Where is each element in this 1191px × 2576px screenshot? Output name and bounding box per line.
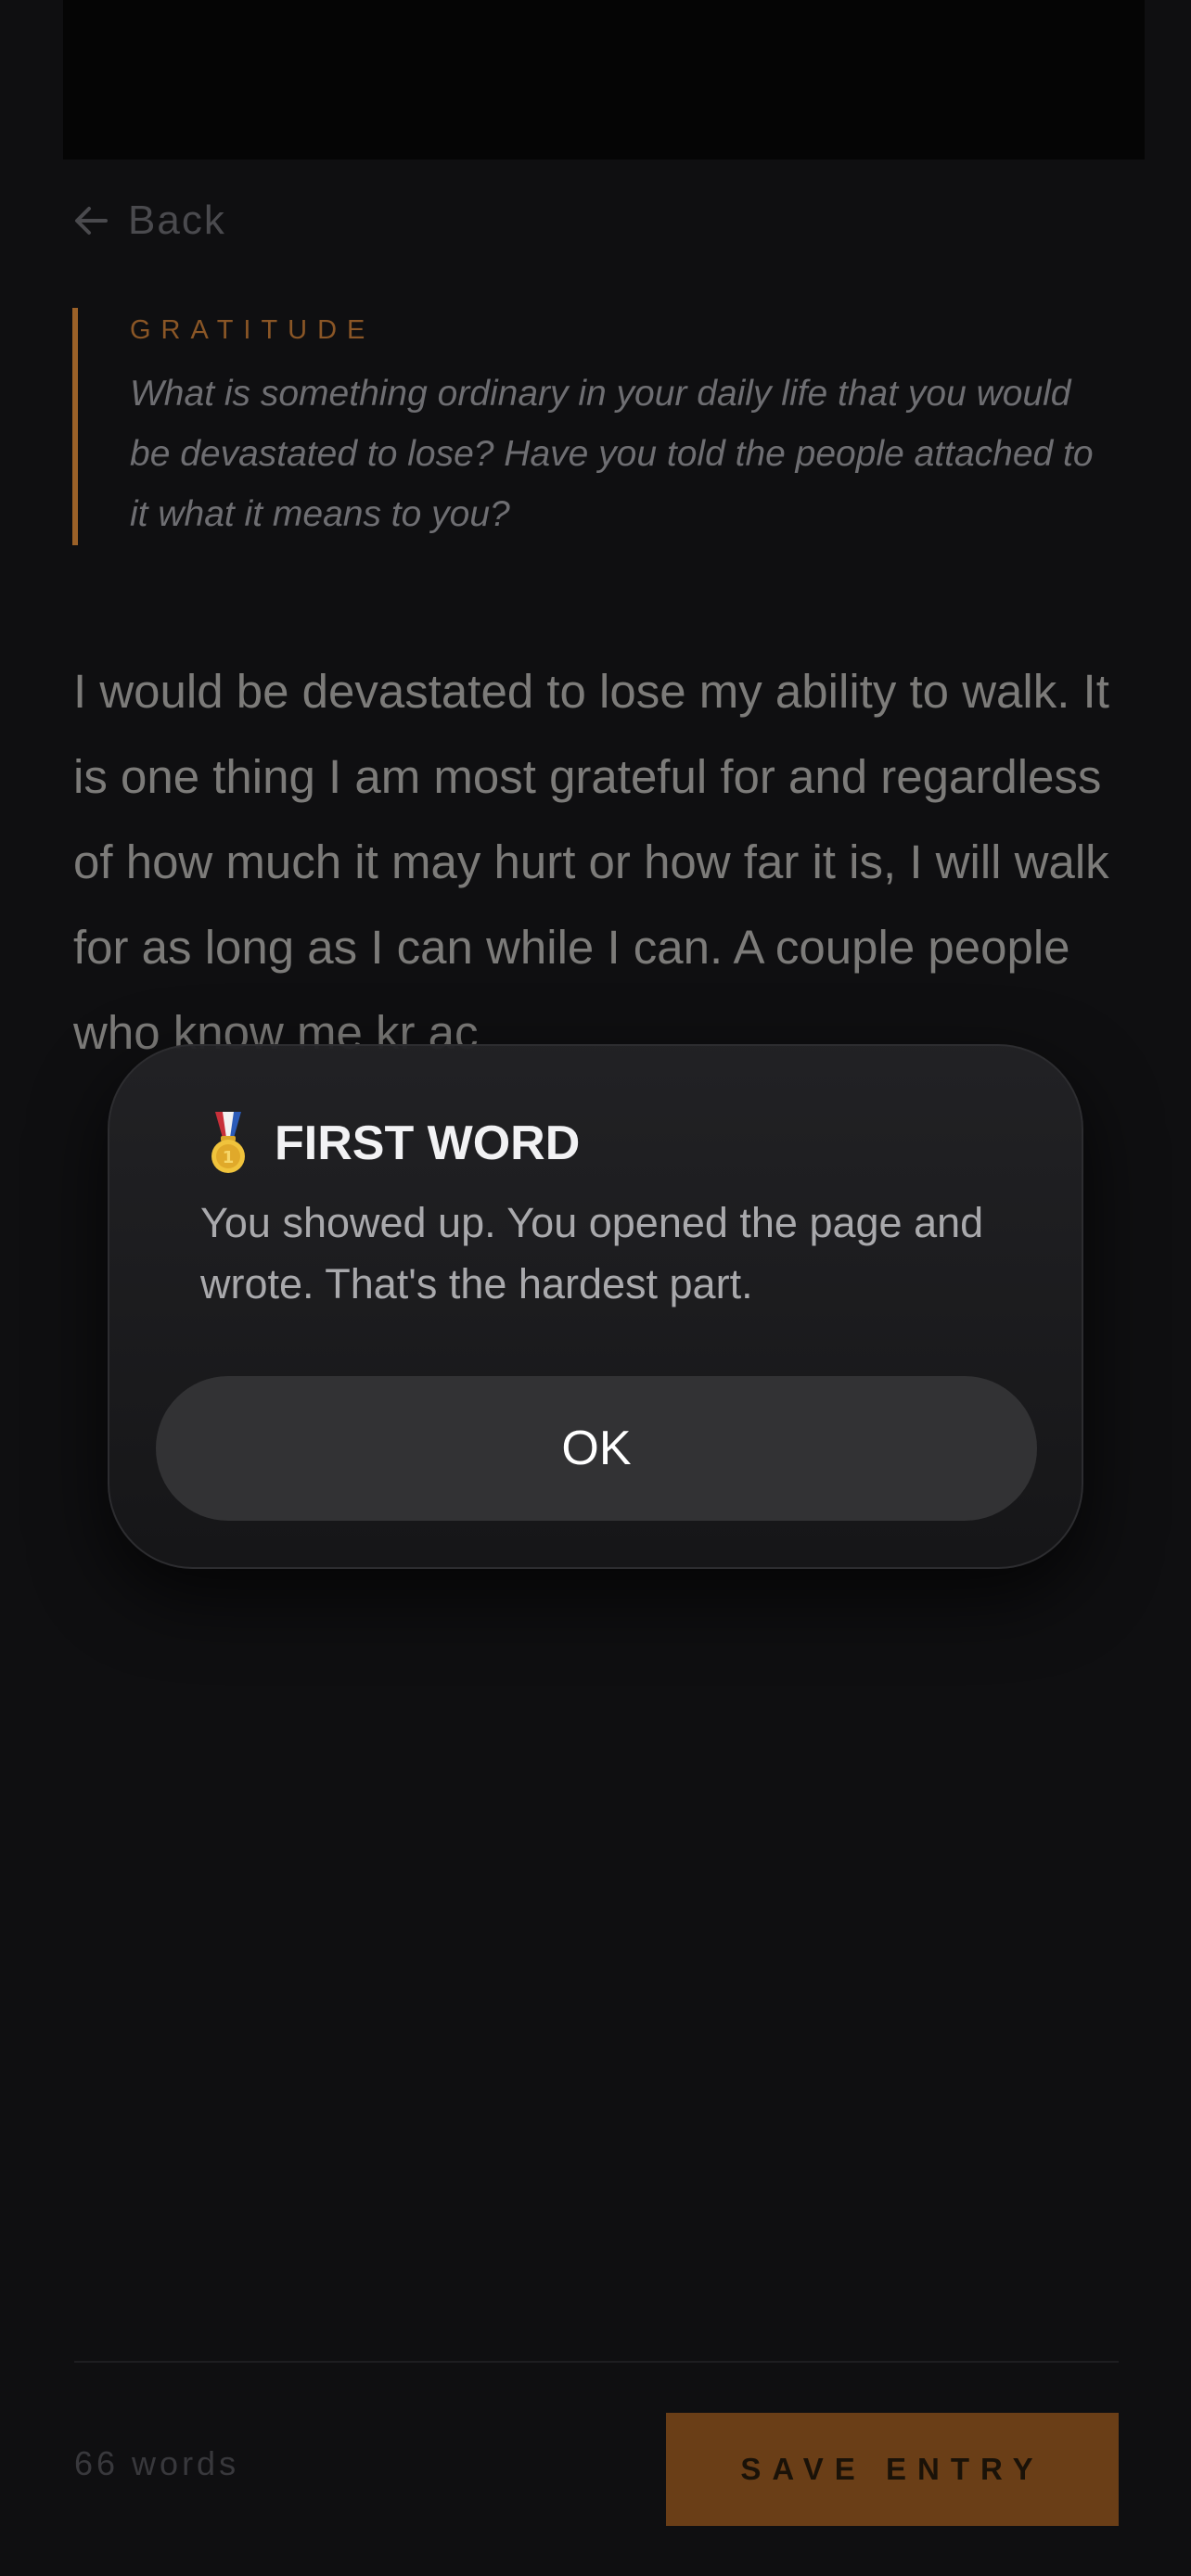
entry-text-area[interactable]: I would be devastated to lose my ability…: [73, 649, 1131, 1076]
journal-entry-screen: Back GRATITUDE What is something ordinar…: [0, 0, 1191, 2576]
prompt-text: What is something ordinary in your daily…: [130, 374, 1094, 534]
top-bar: [63, 0, 1145, 159]
achievement-modal: 1 FIRST WORD You showed up. You opened t…: [108, 1044, 1083, 1569]
back-button[interactable]: Back: [72, 193, 226, 249]
word-count: 66 words: [74, 2444, 240, 2482]
modal-title-row: 1 FIRST WORD: [202, 1112, 581, 1174]
medal-icon: 1: [211, 1112, 245, 1173]
modal-body: You showed up. You opened the page and w…: [200, 1199, 984, 1307]
svg-text:1: 1: [223, 1148, 235, 1167]
prompt-block: GRATITUDE What is something ordinary in …: [72, 308, 1111, 545]
modal-title: FIRST WORD: [275, 1116, 581, 1170]
footer-divider: [74, 2361, 1119, 2363]
back-label: Back: [128, 198, 226, 243]
arrow-left-icon: [75, 207, 108, 235]
save-entry-button[interactable]: SAVE ENTRY: [666, 2413, 1119, 2526]
ok-button[interactable]: OK: [156, 1376, 1037, 1521]
prompt-category: GRATITUDE: [130, 315, 376, 345]
